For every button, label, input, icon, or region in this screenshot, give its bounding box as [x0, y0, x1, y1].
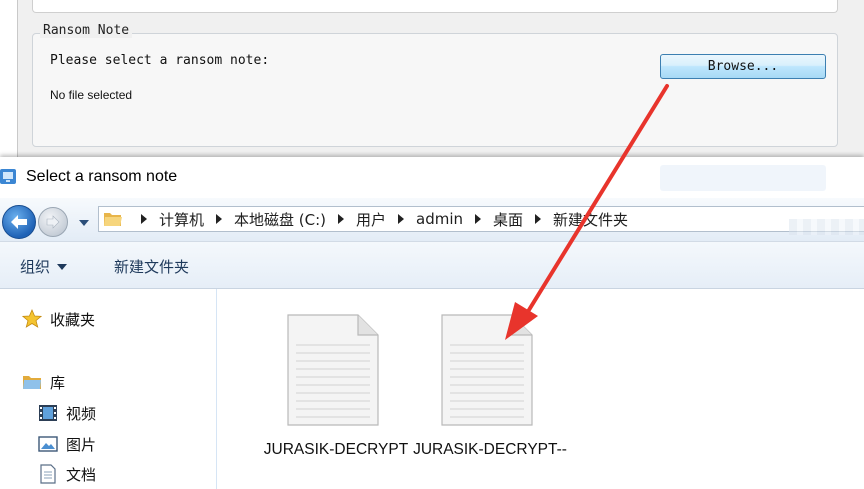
upper-panel: [32, 0, 838, 13]
ransom-note-groupbox: [32, 33, 838, 147]
nav-label: 收藏夹: [50, 310, 96, 329]
library-icon: [22, 372, 42, 392]
chevron-down-icon: [79, 220, 89, 226]
navigation-bar: 计算机 本地磁盘 (C:) 用户 admin 桌面 新建文件夹: [0, 198, 864, 242]
nav-label: 文档: [66, 465, 97, 484]
breadcrumb-chevron-icon[interactable]: [398, 214, 405, 224]
back-button[interactable]: [2, 205, 36, 239]
star-icon: [22, 309, 42, 329]
nav-item-documents[interactable]: 文档: [38, 462, 96, 486]
nav-label: 图片: [66, 435, 97, 454]
search-box-ghost: [789, 219, 864, 235]
breadcrumb-item-desktop[interactable]: 桌面: [493, 209, 523, 230]
dialog-title: Select a ransom note: [26, 168, 178, 185]
breadcrumb-item-new-folder[interactable]: 新建文件夹: [553, 209, 628, 230]
breadcrumb-chevron-icon[interactable]: [338, 214, 345, 224]
new-folder-button[interactable]: 新建文件夹: [114, 256, 189, 277]
background-app-window: Ransom Note Please select a ransom note:…: [0, 0, 864, 160]
file-list-view: JURASIK-DECRYPT JURASIK-DECRYPT--: [218, 289, 864, 489]
file-item[interactable]: JURASIK-DECRYPT--: [396, 289, 567, 489]
nav-label: 库: [50, 373, 66, 392]
breadcrumb-item-computer[interactable]: 计算机: [159, 209, 204, 230]
dialog-app-icon: [0, 169, 16, 184]
breadcrumb-chevron-icon[interactable]: [535, 214, 542, 224]
forward-arrow-icon: [46, 215, 60, 229]
organize-menu-button[interactable]: 组织: [20, 256, 68, 277]
nav-label: 视频: [66, 404, 97, 423]
groupbox-label: Ransom Note: [40, 23, 133, 38]
breadcrumb-item-users[interactable]: 用户: [356, 209, 386, 230]
file-name: JURASIK-DECRYPT--: [413, 441, 567, 458]
organize-label: 组织: [20, 258, 51, 276]
navigation-pane: 收藏夹 库 视频 图片 文档: [0, 289, 217, 489]
background-window-ghost: [660, 165, 826, 191]
picture-icon: [38, 434, 58, 454]
breadcrumb-chevron-icon[interactable]: [216, 214, 223, 224]
file-name: JURASIK-DECRYPT: [263, 441, 409, 458]
select-note-prompt: Please select a ransom note:: [50, 53, 270, 68]
command-bar: 组织 新建文件夹: [0, 242, 864, 289]
text-file-icon: [286, 311, 380, 427]
folder-icon: [103, 210, 123, 228]
recent-pages-button[interactable]: [76, 217, 92, 229]
breadcrumb: 计算机 本地磁盘 (C:) 用户 admin 桌面 新建文件夹: [129, 207, 628, 231]
document-icon: [38, 464, 58, 484]
breadcrumb-item-admin[interactable]: admin: [416, 210, 463, 228]
nav-item-videos[interactable]: 视频: [38, 401, 96, 425]
breadcrumb-chevron-icon[interactable]: [141, 214, 147, 224]
text-file-icon: [440, 311, 534, 427]
address-bar[interactable]: 计算机 本地磁盘 (C:) 用户 admin 桌面 新建文件夹: [98, 206, 864, 235]
forward-button[interactable]: [38, 207, 68, 237]
film-icon: [38, 403, 58, 423]
back-arrow-icon: [11, 215, 27, 229]
dialog-titlebar[interactable]: Select a ransom note: [0, 157, 864, 198]
caret-down-icon: [57, 263, 68, 270]
breadcrumb-chevron-icon[interactable]: [475, 214, 482, 224]
file-item[interactable]: JURASIK-DECRYPT: [242, 289, 408, 489]
nav-item-pictures[interactable]: 图片: [38, 432, 96, 456]
nav-item-favorites[interactable]: 收藏夹: [22, 307, 95, 331]
breadcrumb-item-local-disk[interactable]: 本地磁盘 (C:): [234, 209, 326, 230]
file-status-text: No file selected: [50, 88, 133, 102]
select-file-dialog: Select a ransom note 计算机 本地磁盘 (C:) 用户 ad…: [0, 157, 864, 489]
app-window-edge: [0, 0, 18, 160]
browse-button[interactable]: Browse...: [660, 54, 826, 79]
nav-item-libraries[interactable]: 库: [22, 370, 65, 394]
